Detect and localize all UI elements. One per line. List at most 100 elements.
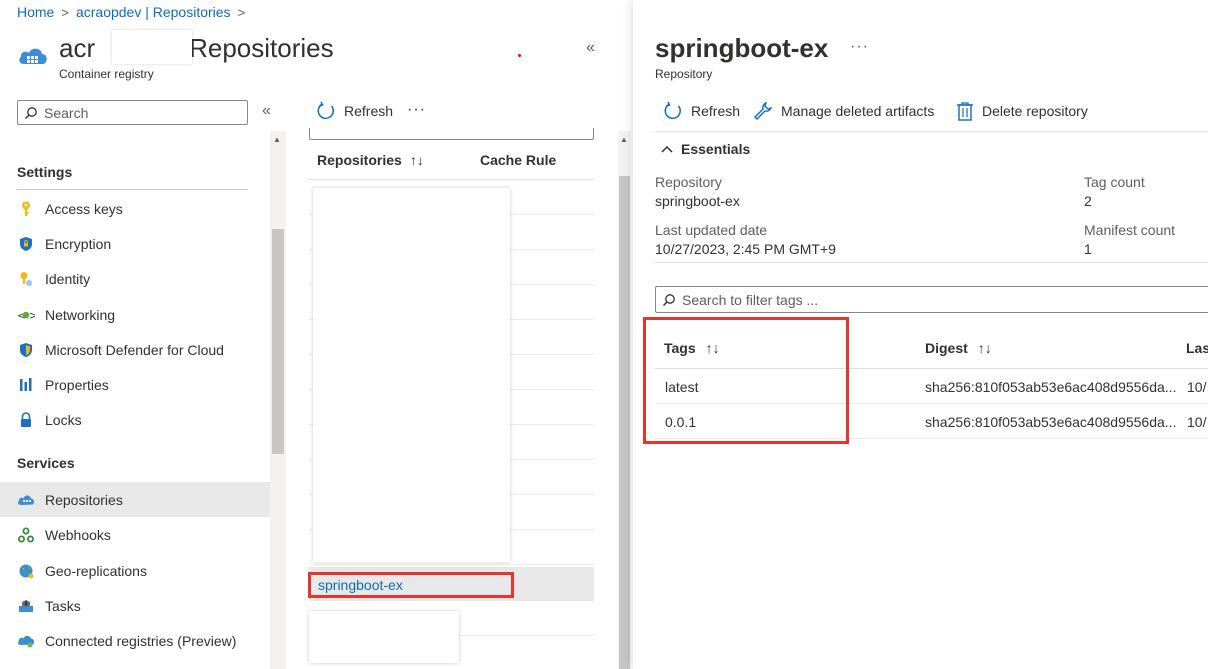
connected-registries-icon: [17, 632, 35, 650]
double-chevron-left-icon[interactable]: «: [586, 39, 595, 57]
breadcrumb-home[interactable]: Home: [17, 4, 54, 20]
column-header-digest[interactable]: Digest ↑↓: [925, 340, 992, 356]
tag-last-modified: 10/: [1187, 414, 1207, 430]
scroll-up-arrow-icon[interactable]: ▲: [620, 135, 628, 144]
section-heading-settings: Settings: [17, 164, 73, 180]
essentials-label: Essentials: [681, 141, 751, 157]
divider: [655, 131, 1208, 132]
column-label: Repositories: [317, 152, 402, 168]
sidebar-item-networking[interactable]: < > Networking: [0, 297, 270, 332]
wrench-icon: [753, 101, 773, 121]
section-heading-services: Services: [17, 455, 75, 471]
sort-icon: ↑↓: [977, 340, 992, 356]
lock-icon: [17, 411, 35, 429]
tag-filter-input[interactable]: Search to filter tags ...: [655, 286, 1208, 313]
sidebar-item-defender[interactable]: Microsoft Defender for Cloud: [0, 332, 270, 367]
sidebar-item-encryption[interactable]: Encryption: [0, 226, 270, 261]
tag-last-modified: 10/: [1187, 379, 1207, 395]
sidebar-item-repositories[interactable]: Repositories: [0, 482, 270, 517]
essentials-tag-count-value: 2: [1084, 193, 1092, 209]
page-title-prefix: acr: [59, 33, 96, 63]
repositories-cloud-icon: [17, 491, 35, 509]
trash-icon: [956, 101, 974, 121]
breadcrumb-separator: >: [61, 4, 69, 20]
menu-search-input[interactable]: Search: [17, 100, 248, 125]
menu-scrollbar-thumb[interactable]: [272, 229, 284, 454]
tag-digest: sha256:810f053ab53e6ac408d9556da...: [925, 414, 1177, 430]
sidebar-item-label: Networking: [45, 306, 116, 323]
sidebar-item-geo-replications[interactable]: Geo-replications: [0, 553, 270, 588]
sidebar-item-connected-registries[interactable]: Connected registries (Preview): [0, 623, 270, 658]
tasks-icon: [17, 597, 35, 615]
blade-more-icon[interactable]: ···: [850, 38, 869, 56]
sidebar-item-tasks[interactable]: Tasks: [0, 588, 270, 623]
annotation-dot: [518, 54, 521, 57]
essentials-repository-value: springboot-ex: [655, 193, 740, 209]
networking-icon: < >: [17, 306, 35, 324]
sidebar-item-label: Webhooks: [45, 526, 111, 543]
blade-refresh-button[interactable]: Refresh: [663, 101, 740, 121]
repositories-scrollbar-thumb[interactable]: [619, 176, 630, 669]
sidebar-item-label: Locks: [45, 411, 82, 428]
menu-search-placeholder: Search: [44, 104, 89, 121]
sidebar-item-identity[interactable]: Identity: [0, 261, 270, 296]
sidebar-item-label: Connected registries (Preview): [45, 632, 237, 649]
container-registry-icon: [19, 48, 47, 64]
scroll-up-arrow-icon[interactable]: ▲: [273, 135, 281, 144]
sidebar-item-label: Tasks: [45, 597, 81, 614]
column-label: Digest: [925, 340, 968, 356]
sidebar-item-access-keys[interactable]: Access keys: [0, 191, 270, 226]
page-title: acr | Repositories: [59, 33, 334, 64]
delete-repository-label: Delete repository: [982, 103, 1088, 119]
sidebar-item-label: Repositories: [45, 491, 123, 508]
column-header-last-modified[interactable]: Las: [1186, 340, 1208, 356]
divider: [655, 262, 1208, 263]
refresh-label: Refresh: [691, 103, 741, 119]
sidebar-item-properties[interactable]: Properties: [0, 367, 270, 402]
identity-key-icon: [17, 270, 35, 288]
chevron-up-icon: [661, 145, 673, 153]
highlight-box: [308, 572, 514, 598]
repositories-table-header: Repositories ↑↓ Cache Rule: [309, 141, 594, 180]
page-subtitle: Container registry: [59, 67, 154, 81]
delete-repository-button[interactable]: Delete repository: [956, 101, 1088, 121]
essentials-toggle[interactable]: Essentials: [661, 141, 750, 157]
svg-text:>: >: [29, 309, 35, 322]
blade-title: springboot-ex: [655, 33, 829, 63]
essentials-manifest-count-value: 1: [1084, 241, 1092, 257]
collapse-menu-icon[interactable]: «: [262, 102, 271, 120]
more-options-icon[interactable]: ···: [407, 101, 426, 119]
webhooks-icon: [17, 526, 35, 544]
refresh-icon: [663, 101, 683, 121]
sidebar-item-label: Identity: [45, 270, 91, 287]
sidebar-item-label: Properties: [45, 376, 109, 393]
column-header-cache-rule[interactable]: Cache Rule: [480, 152, 556, 168]
sidebar-item-label: Microsoft Defender for Cloud: [45, 341, 224, 358]
redaction-box: [313, 188, 510, 562]
sidebar-item-locks[interactable]: Locks: [0, 402, 270, 437]
sort-icon: ↑↓: [409, 152, 424, 168]
tag-digest: sha256:810f053ab53e6ac408d9556da...: [925, 379, 1177, 395]
sidebar-item-label: Access keys: [45, 200, 123, 217]
essentials-repository-label: Repository: [655, 174, 722, 190]
redaction-box: [112, 30, 192, 64]
essentials-updated-label: Last updated date: [655, 222, 768, 238]
defender-shield-icon: [17, 341, 35, 359]
column-header-repositories[interactable]: Repositories ↑↓: [317, 152, 424, 168]
manage-deleted-artifacts-button[interactable]: Manage deleted artifacts: [753, 101, 934, 121]
breadcrumb: Home > acraopdev | Repositories >: [17, 4, 252, 20]
section-divider: [17, 189, 248, 190]
essentials-updated-value: 10/27/2023, 2:45 PM GMT+9: [655, 241, 836, 257]
sidebar-item-label: Geo-replications: [45, 562, 147, 579]
breadcrumb-repositories[interactable]: acraopdev | Repositories: [76, 4, 231, 20]
shield-lock-icon: [17, 235, 35, 253]
search-icon: [663, 293, 675, 306]
refresh-button[interactable]: Refresh: [316, 101, 393, 121]
manage-deleted-artifacts-label: Manage deleted artifacts: [781, 103, 935, 119]
highlight-box: [643, 317, 849, 444]
sidebar-item-webhooks[interactable]: Webhooks: [0, 517, 270, 552]
refresh-icon: [316, 101, 336, 121]
repository-filter-input[interactable]: [309, 128, 594, 140]
breadcrumb-separator: >: [237, 4, 246, 20]
essentials-manifest-count-label: Manifest count: [1084, 222, 1176, 238]
